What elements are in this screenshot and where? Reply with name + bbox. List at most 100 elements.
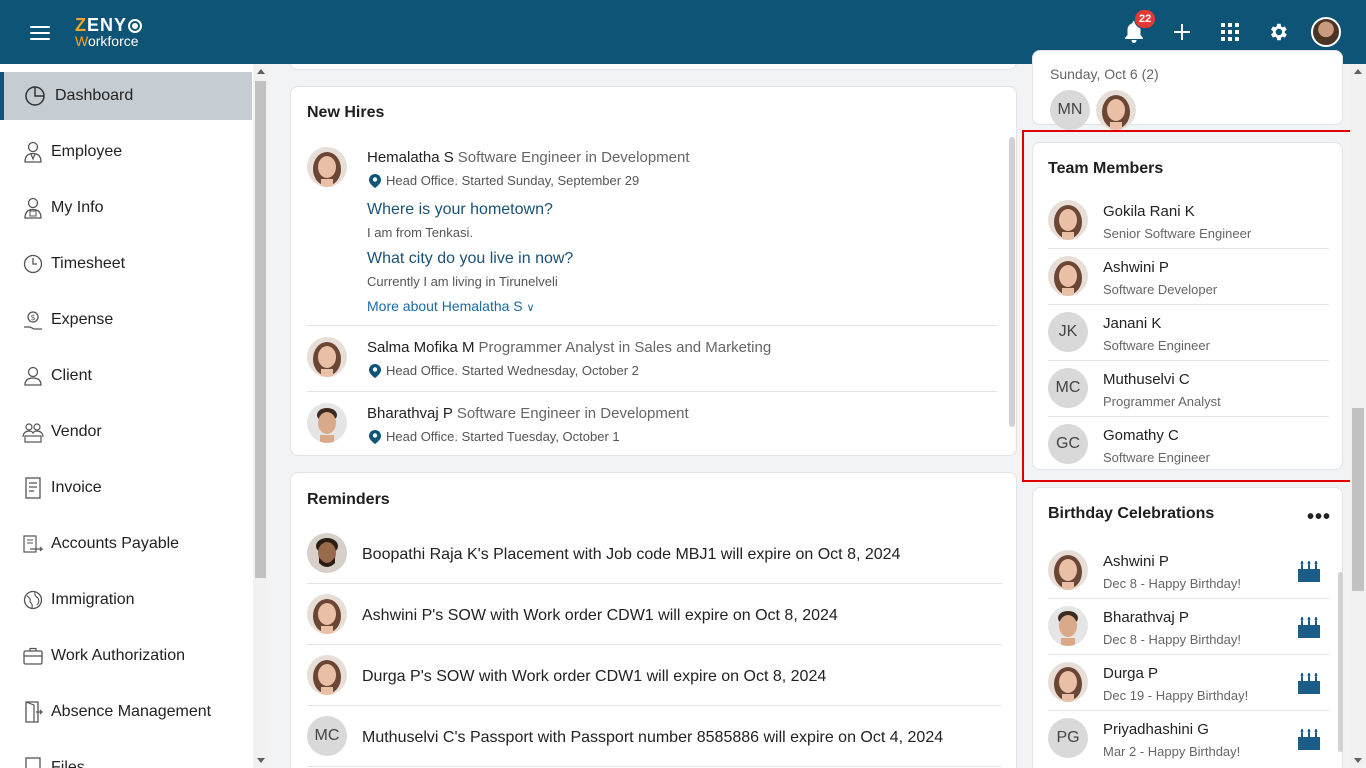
more-options-icon[interactable]: ••• <box>1307 507 1331 527</box>
clock-icon <box>22 253 44 275</box>
divider <box>307 766 1002 767</box>
new-hires-card: New Hires Hemalatha S Software Engineer i… <box>290 86 1017 456</box>
sidebar-item-accounts-payable[interactable]: Accounts Payable <box>0 520 252 568</box>
avatar[interactable] <box>1048 200 1088 240</box>
sidebar-item-label: Files <box>51 759 85 768</box>
cake-icon <box>1296 557 1322 583</box>
menu-icon[interactable] <box>30 26 50 40</box>
sidebar-item-work-authorization[interactable]: Work Authorization <box>0 632 252 680</box>
sidebar-item-label: Vendor <box>51 423 102 440</box>
divider <box>1048 304 1329 305</box>
hire-name[interactable]: Hemalatha S Software Engineer in Developm… <box>367 149 690 166</box>
gear-icon[interactable] <box>1264 18 1292 46</box>
avatar[interactable]: JK <box>1048 312 1088 352</box>
scroll-up-arrow[interactable] <box>1354 69 1362 74</box>
scroll-down-arrow[interactable] <box>257 758 265 763</box>
birthday-date: Mar 2 - Happy Birthday! <box>1103 744 1241 759</box>
avatar[interactable] <box>307 337 347 377</box>
expense-icon: $ <box>22 309 44 331</box>
birthday-name[interactable]: Priyadhashini G <box>1103 721 1209 738</box>
location-pin-icon <box>369 174 381 188</box>
hire-role: Programmer Analyst in Sales and Marketin… <box>478 339 772 356</box>
reminder-text[interactable]: Durga P's SOW with Work order CDW1 will … <box>362 668 826 686</box>
new-hires-scrollbar[interactable] <box>1009 137 1015 427</box>
sidebar-item-files[interactable]: Files <box>0 744 252 768</box>
avatar[interactable] <box>307 655 347 695</box>
sidebar-item-dashboard[interactable]: Dashboard <box>0 72 252 120</box>
birthday-title: Birthday Celebrations <box>1048 505 1215 522</box>
avatar[interactable] <box>1096 90 1136 130</box>
location-pin-icon <box>369 430 381 444</box>
main-column: New Hires Hemalatha S Software Engineer i… <box>290 64 1017 768</box>
birthday-date: Dec 8 - Happy Birthday! <box>1103 576 1242 591</box>
upcoming-card: Sunday, Oct 6 (2) MN <box>1032 50 1343 130</box>
avatar[interactable]: MC <box>307 716 347 756</box>
hire-name[interactable]: Bharathvaj P Software Engineer in Develop… <box>367 405 689 422</box>
team-member-role: Software Engineer <box>1103 338 1210 353</box>
team-member-name[interactable]: Gomathy C <box>1103 427 1179 444</box>
avatar[interactable] <box>307 147 347 187</box>
birthday-scrollbar[interactable] <box>1338 572 1343 752</box>
avatar[interactable] <box>1048 256 1088 296</box>
team-member-name[interactable]: Gokila Rani K <box>1103 203 1195 220</box>
avatar[interactable] <box>307 533 347 573</box>
avatar[interactable]: MC <box>1048 368 1088 408</box>
sidebar-item-label: Employee <box>51 143 123 160</box>
vendor-icon <box>22 421 44 443</box>
hire-location: Head Office. Started Wednesday, October … <box>369 363 639 378</box>
birthday-name[interactable]: Ashwini P <box>1103 553 1169 570</box>
page-scrollbar[interactable] <box>1350 64 1366 768</box>
app-logo[interactable]: Z ENY Workforce <box>75 16 143 48</box>
sidebar-item-label: Expense <box>51 311 114 328</box>
birthday-date: Dec 19 - Happy Birthday! <box>1103 688 1249 703</box>
divider <box>1048 710 1329 711</box>
reminder-text[interactable]: Muthuselvi C's Passport with Passport nu… <box>362 729 943 747</box>
sidebar-item-immigration[interactable]: Immigration <box>0 576 252 624</box>
avatar[interactable] <box>1048 606 1088 646</box>
birthday-name[interactable]: Bharathvaj P <box>1103 609 1189 626</box>
reminder-text[interactable]: Ashwini P's SOW with Work order CDW1 wil… <box>362 607 838 625</box>
team-member-name[interactable]: Ashwini P <box>1103 259 1169 276</box>
sidebar-item-my-info[interactable]: My Info <box>0 184 252 232</box>
sidebar-item-label: Invoice <box>51 479 102 496</box>
reminders-card: Reminders Boopathi Raja K's Placement wi… <box>290 472 1017 768</box>
work-authorization-icon <box>22 645 44 667</box>
notification-badge: 22 <box>1134 9 1157 29</box>
birthday-name[interactable]: Durga P <box>1103 665 1158 682</box>
user-avatar[interactable] <box>1311 17 1341 47</box>
scroll-up-arrow[interactable] <box>257 69 265 74</box>
sidebar-item-vendor[interactable]: Vendor <box>0 408 252 456</box>
divider <box>1048 360 1329 361</box>
sidebar-scrollbar[interactable] <box>253 64 268 768</box>
team-member-name[interactable]: Muthuselvi C <box>1103 371 1190 388</box>
apps-grid-icon[interactable] <box>1216 18 1244 46</box>
sidebar-item-employee[interactable]: Employee <box>0 128 252 176</box>
chevron-double-down-icon: ∨ <box>526 302 535 314</box>
sidebar: Dashboard Employee My Info Timesheet $ E… <box>0 64 268 768</box>
more-about-link[interactable]: More about Hemalatha S ∨ <box>367 298 535 314</box>
page-scroll-thumb[interactable] <box>1352 408 1364 591</box>
avatar[interactable]: GC <box>1048 424 1088 464</box>
avatar[interactable] <box>307 403 347 443</box>
sidebar-item-timesheet[interactable]: Timesheet <box>0 240 252 288</box>
sidebar-item-client[interactable]: Client <box>0 352 252 400</box>
sidebar-item-label: Absence Management <box>51 703 212 720</box>
sidebar-item-absence-management[interactable]: Absence Management <box>0 688 252 736</box>
avatar[interactable] <box>1048 550 1088 590</box>
avatar[interactable]: PG <box>1048 718 1088 758</box>
sidebar-item-invoice[interactable]: Invoice <box>0 464 252 512</box>
reminder-text[interactable]: Boopathi Raja K's Placement with Job cod… <box>362 546 900 564</box>
team-member-name[interactable]: Janani K <box>1103 315 1161 332</box>
scroll-down-arrow[interactable] <box>1354 758 1362 763</box>
sidebar-scroll-thumb[interactable] <box>255 81 266 578</box>
plus-icon[interactable] <box>1168 18 1196 46</box>
avatar[interactable] <box>1048 662 1088 702</box>
sidebar-item-label: Work Authorization <box>51 647 185 664</box>
avatar[interactable] <box>307 594 347 634</box>
sidebar-item-expense[interactable]: $ Expense <box>0 296 252 344</box>
divider <box>307 325 997 326</box>
hire-answer: I am from Tenkasi. <box>367 225 473 240</box>
hire-name[interactable]: Salma Mofika M Programmer Analyst in Sale… <box>367 339 771 356</box>
cake-icon <box>1296 725 1322 751</box>
avatar[interactable]: MN <box>1050 90 1090 130</box>
